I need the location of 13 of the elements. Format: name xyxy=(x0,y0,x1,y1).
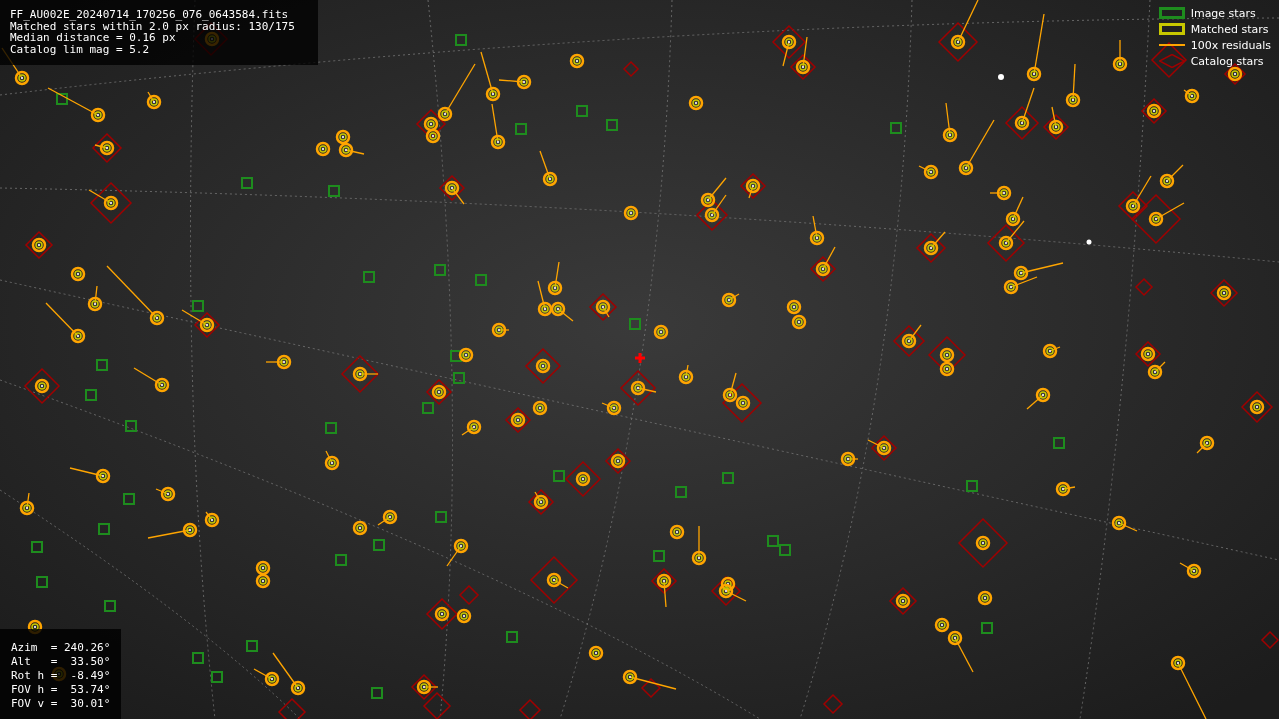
info-text: Median distance = 0.16 px xyxy=(10,32,176,44)
pointing-text: Rot h = -8.49° xyxy=(11,669,112,683)
info-text: FF_AU002E_20240714_170256_076_0643584.fits xyxy=(10,9,290,21)
pointing-text: Alt = 33.50° xyxy=(11,655,112,669)
legend-label: Image stars xyxy=(1190,6,1256,20)
pointing-text: Azim = 240.26° xyxy=(11,641,112,655)
pointing-text: FOV v = 30.01° xyxy=(11,697,112,711)
legend-label: Catalog stars xyxy=(1190,54,1264,68)
info-text: Catalog lim mag = 5.2 xyxy=(10,43,151,55)
legend-label: 100x residuals xyxy=(1190,38,1271,52)
legend-label: Matched stars xyxy=(1190,22,1269,36)
pointing-text: FOV h = 53.74° xyxy=(11,683,112,697)
info-text: Matched stars within 2.0 px radius: 130/175 xyxy=(10,20,296,32)
